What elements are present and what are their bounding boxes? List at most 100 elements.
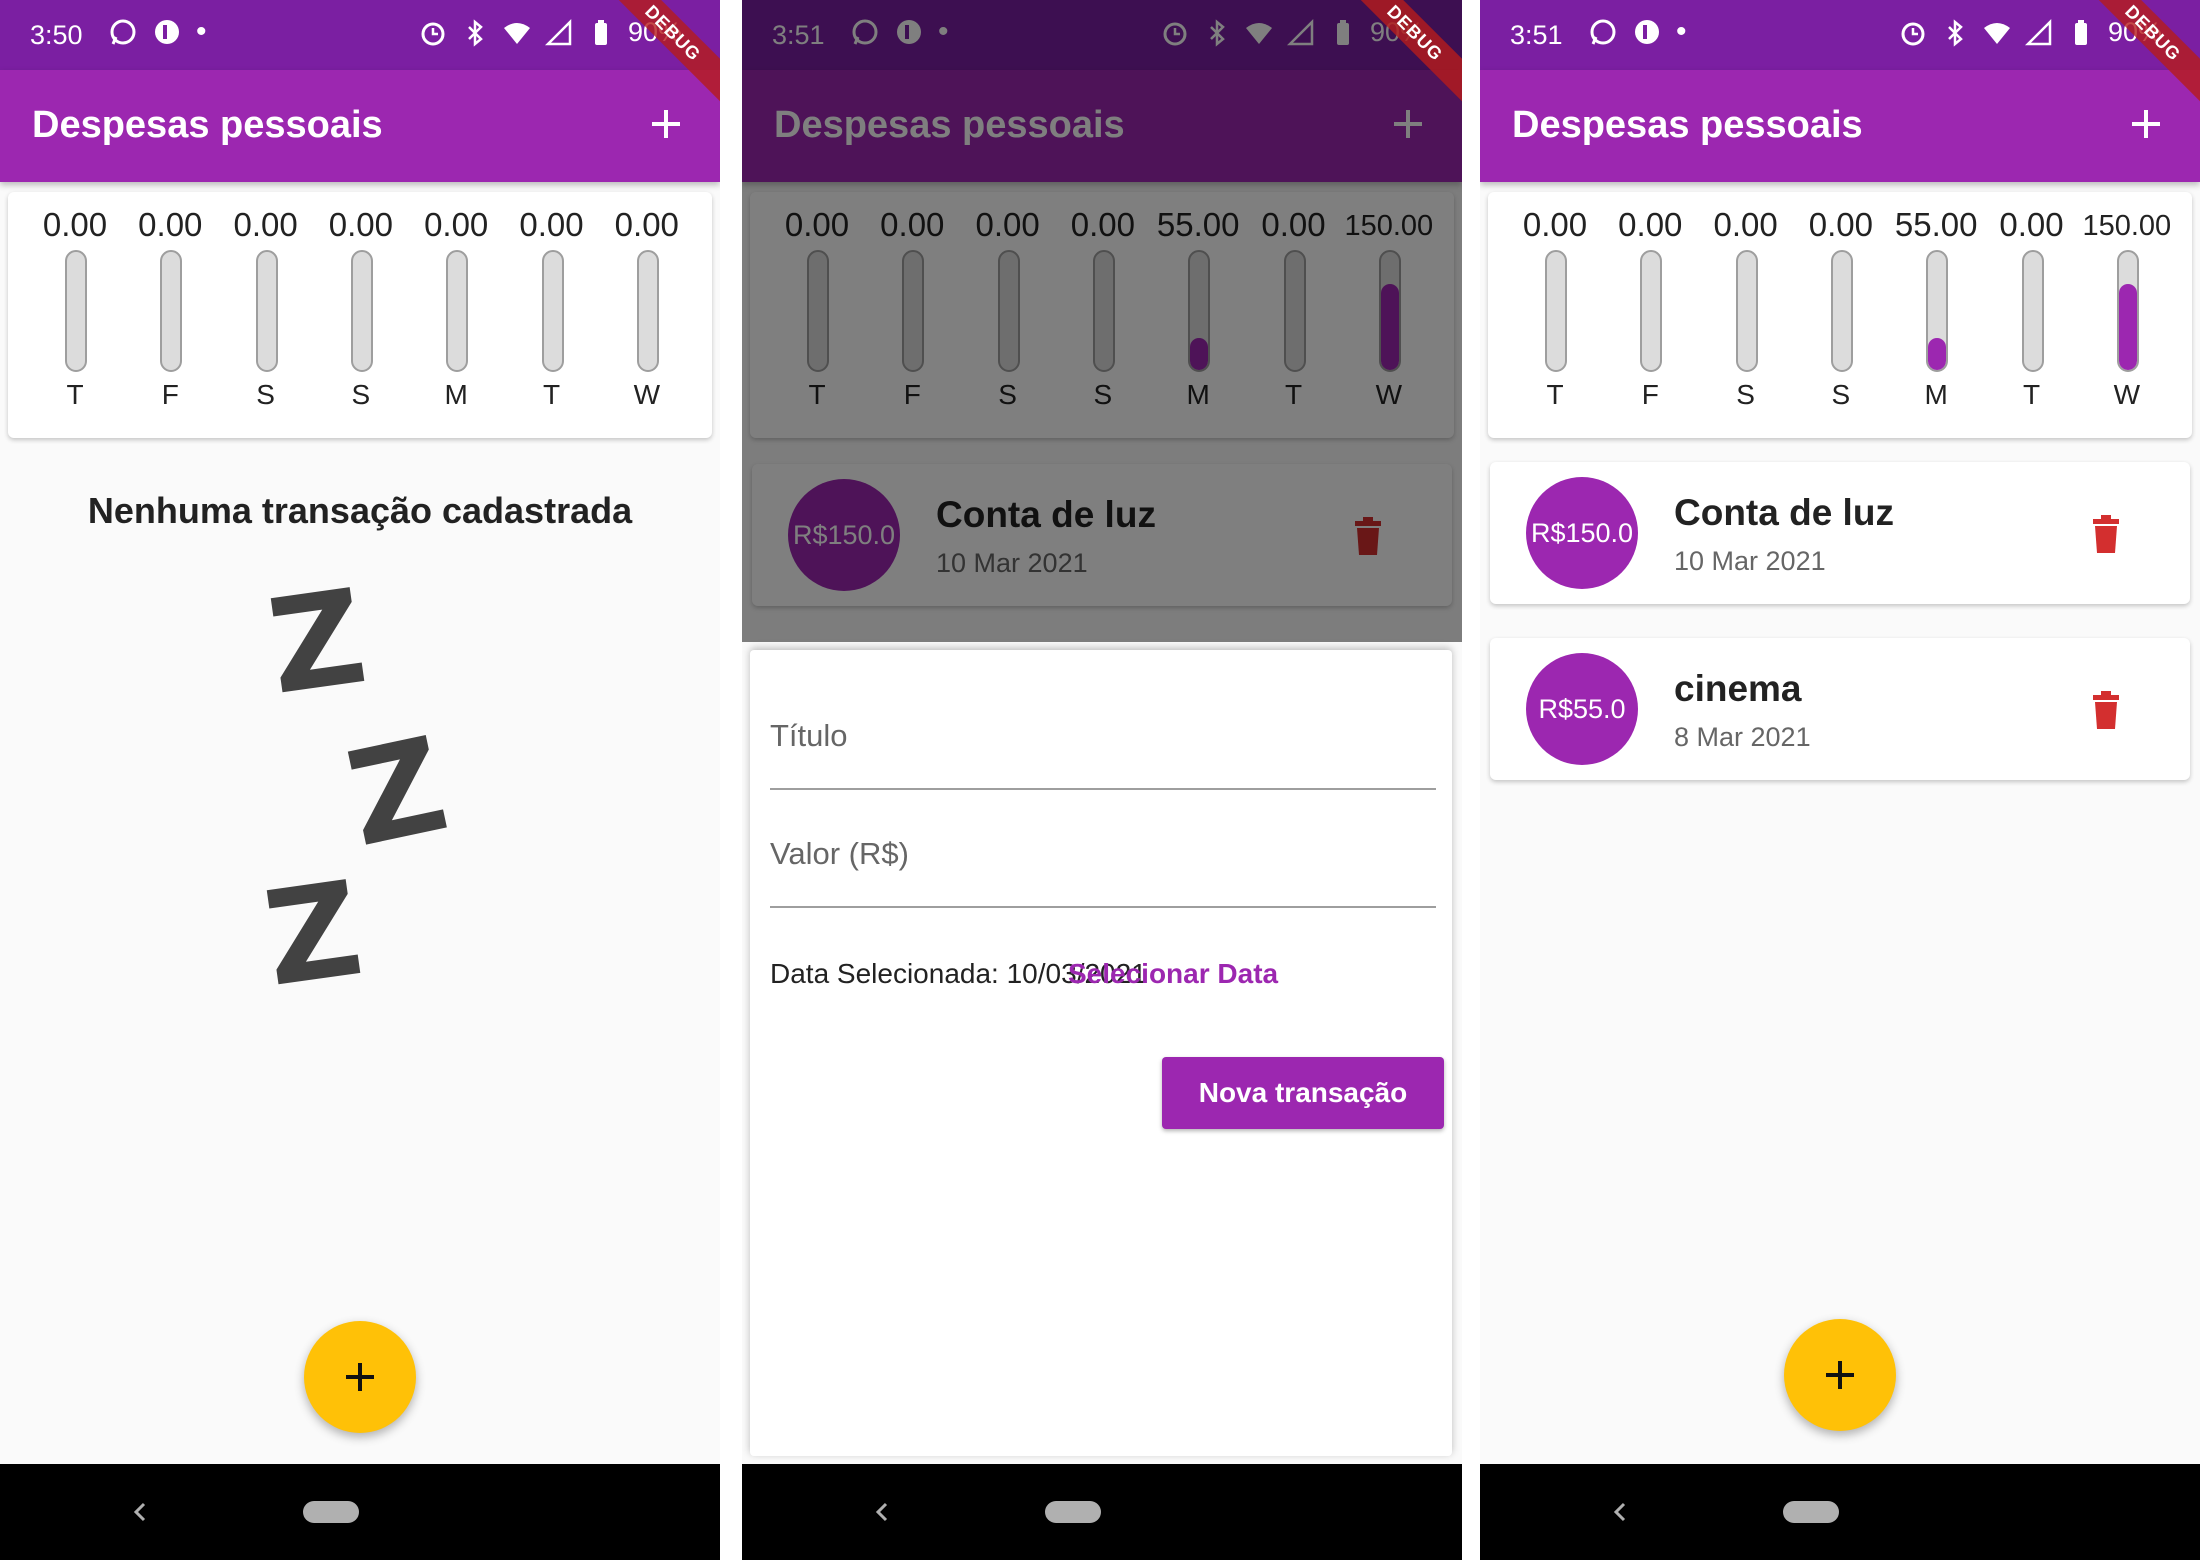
weekday-label: F <box>161 379 179 410</box>
bar-track <box>350 250 373 372</box>
day-bar: 0.00 W <box>602 206 692 436</box>
day-bar: 0.00 F <box>125 206 215 436</box>
signal-icon <box>544 18 572 45</box>
bar-track <box>1545 250 1567 372</box>
weekday-label: S <box>1831 379 1851 410</box>
phone-screen-empty: 3:50 • 90% DEBUG Despesas pessoais 0.00T… <box>0 0 720 1560</box>
new-transaction-button[interactable]: Nova transação <box>1162 1057 1444 1129</box>
back-icon[interactable] <box>1608 1498 1632 1526</box>
select-date-button[interactable]: Selecionar Data <box>1068 958 1278 990</box>
day-bar: 0.00 T <box>30 206 120 436</box>
bluetooth-icon <box>468 18 483 47</box>
trash-icon[interactable] <box>2090 690 2122 730</box>
day-total-label: 0.00 <box>1808 206 1873 243</box>
whatsapp-icon <box>1590 19 1616 45</box>
app-title: Despesas pessoais <box>1512 104 1863 146</box>
weekday-label: S <box>351 379 371 410</box>
home-button[interactable] <box>1045 1501 1101 1523</box>
bar-track <box>1640 250 1663 372</box>
navigation-bar <box>742 1464 1462 1560</box>
bluetooth-icon <box>1948 18 1963 47</box>
phone-screen-form: 3:51 • 90% DEBUG Despesas pessoais 0.00T… <box>742 0 1462 1560</box>
back-icon[interactable] <box>870 1498 894 1526</box>
value-field <box>770 796 1436 908</box>
weekday-label: M <box>1924 379 1948 410</box>
weekday-label: T <box>542 379 561 410</box>
app-notification-icon <box>155 20 179 44</box>
back-icon[interactable] <box>128 1498 152 1526</box>
plus-icon[interactable] <box>2120 98 2172 150</box>
bar-fill <box>2118 283 2137 370</box>
status-bar: 3:51 • 90% <box>1480 0 2200 70</box>
navigation-bar <box>1480 1464 2200 1560</box>
day-total-label: 0.00 <box>42 206 108 243</box>
transaction-card: R$150.0 Conta de luz 10 Mar 2021 <box>1490 462 2190 604</box>
transaction-title: cinema <box>1674 668 1802 709</box>
empty-state-title: Nenhuma transação cadastrada <box>87 490 633 531</box>
bar-track <box>1830 250 1853 372</box>
battery-icon <box>594 19 607 45</box>
weekday-label: M <box>444 379 468 410</box>
alarm-icon <box>421 22 445 45</box>
transaction-amount-avatar: R$150.0 <box>1526 477 1638 589</box>
weekday-label: W <box>633 379 661 410</box>
bar-track <box>541 250 564 372</box>
weekday-label: S <box>256 379 275 410</box>
status-time: 3:51 <box>1510 20 1563 50</box>
day-total-label: 0.00 <box>1713 206 1778 243</box>
day-bar: 0.00 S <box>221 206 311 436</box>
title-input[interactable] <box>770 718 1436 754</box>
bar-track <box>636 250 659 372</box>
plus-icon[interactable] <box>640 98 692 150</box>
day-total-label: 0.00 <box>1618 206 1683 243</box>
weekday-label: W <box>2113 379 2141 410</box>
modal-scrim[interactable] <box>742 0 1462 642</box>
value-input[interactable] <box>770 836 1436 872</box>
navigation-bar <box>0 1464 720 1560</box>
day-total-label: 0.00 <box>1522 206 1588 243</box>
day-bar: 0.00 T <box>1510 206 1600 436</box>
plus-icon <box>1826 1361 1854 1389</box>
bar-track <box>1926 250 1949 372</box>
add-transaction-fab[interactable] <box>1784 1319 1896 1431</box>
day-bar: 0.00 S <box>1796 206 1886 436</box>
day-total-label: 0.00 <box>519 206 584 243</box>
day-total-label: 0.00 <box>233 206 298 243</box>
app-bar: Despesas pessoais <box>0 70 720 182</box>
bar-track <box>65 250 87 372</box>
day-bar: 0.00 F <box>1605 206 1695 436</box>
weekday-label: T <box>1546 379 1564 410</box>
home-button[interactable] <box>303 1501 359 1523</box>
transaction-date: 10 Mar 2021 <box>1674 546 1826 576</box>
status-bar: 3:50 • 90% <box>0 0 720 70</box>
bar-track <box>2021 250 2044 372</box>
day-bar: 0.00 T <box>1987 206 2077 436</box>
wifi-icon <box>1983 22 2010 44</box>
bar-track <box>446 250 469 372</box>
weekday-label: T <box>66 379 84 410</box>
more-notifications-dot-icon: • <box>196 15 207 48</box>
status-time: 3:50 <box>30 20 83 50</box>
transaction-card: R$55.0 cinema 8 Mar 2021 <box>1490 638 2190 780</box>
day-bar: 55.00 M <box>1891 206 1981 436</box>
home-button[interactable] <box>1783 1501 1839 1523</box>
day-total-label: 0.00 <box>328 206 393 243</box>
trash-icon[interactable] <box>2090 514 2122 554</box>
title-field <box>770 678 1436 790</box>
new-transaction-sheet: Data Selecionada: 10/03/2021 Selecionar … <box>750 650 1452 1456</box>
transaction-title: Conta de luz <box>1674 492 1894 533</box>
day-total-label: 55.00 <box>1894 206 1978 243</box>
bar-track <box>1735 250 1758 372</box>
bar-track <box>255 250 278 372</box>
weekday-label: T <box>2022 379 2041 410</box>
signal-icon <box>2024 18 2052 45</box>
whatsapp-icon <box>110 19 136 45</box>
app-notification-icon <box>1635 20 1659 44</box>
battery-icon <box>2074 19 2087 45</box>
add-transaction-fab[interactable] <box>304 1321 416 1433</box>
wifi-icon <box>503 22 530 44</box>
day-bar: 150.00 W <box>2082 206 2172 436</box>
weekly-chart: 0.00 T 0.00 F 0.00 S 0.00 S 55.00 M 0.00 T 150.00 W <box>1488 192 2192 438</box>
transaction-date: 8 Mar 2021 <box>1674 722 1811 752</box>
phone-screen-list: 3:51 • 90% DEBUG Despesas pessoais 0.00T… <box>1480 0 2200 1560</box>
